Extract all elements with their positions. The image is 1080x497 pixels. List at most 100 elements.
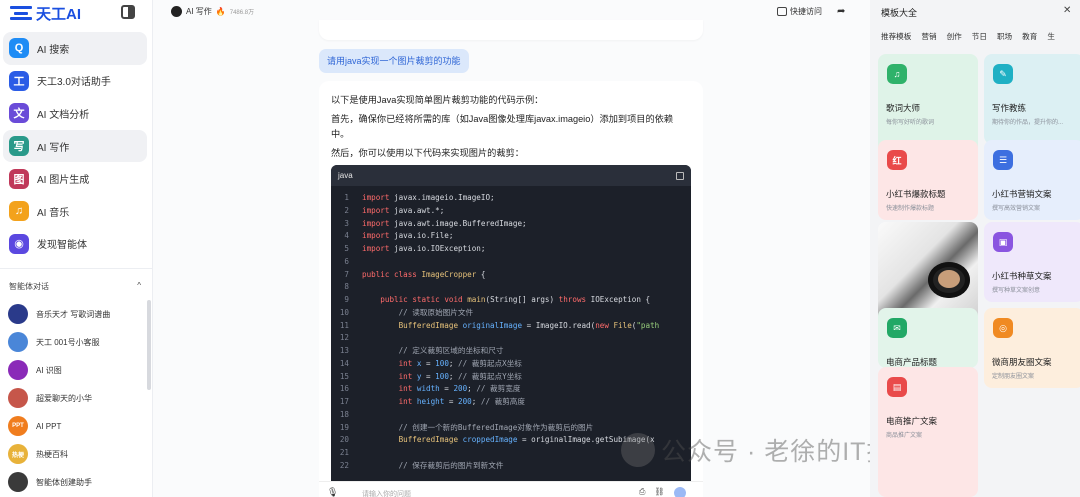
copy-icon[interactable] (676, 171, 684, 180)
agents-section-header[interactable]: 智能体对话 ^ (9, 281, 141, 292)
agent-label: 音乐天才 写歌词谱曲 (36, 309, 111, 319)
writing-coach-icon: ✎ (993, 64, 1013, 84)
template-card-1[interactable]: ✎ 写作教练 期待你的作品，提升你的... (984, 54, 1080, 144)
wechat-moments-icon: ◎ (993, 318, 1013, 338)
line-number: 11 (339, 320, 349, 330)
image-recognition-avatar (8, 360, 28, 380)
template-card-title: 微商朋友圈文案 (992, 357, 1052, 367)
main-nav: Q AI 搜索工天工3.0对话助手文 AI 文档分析写 AI 写作图 AI 图片生成 ♫ A… (3, 32, 147, 260)
chat-input[interactable]: 请输入你的问题 (362, 489, 411, 497)
sidebar-scrollbar[interactable] (147, 300, 151, 390)
template-tabs: 推荐模板 营销 创作 节日 职场 教育生 (881, 31, 1055, 42)
template-tab-0[interactable]: 推荐模板 (881, 31, 911, 42)
chat-area: AI 写作 🔥 7486.8万 快捷访问 ➦ 请用java实现一个图片裁剪的功能… (153, 0, 969, 497)
line-number: 4 (344, 231, 349, 241)
wechat-watermark-icon (621, 433, 655, 467)
line-number: 15 (339, 371, 349, 381)
code-line: 8 (331, 281, 691, 294)
code-line: 6 (331, 256, 691, 269)
code-text: // 创建一个新的BufferedImage对象作为裁剪后的图片 (398, 422, 594, 432)
agent-list: 音乐天才 写歌词谱曲天工 001号小客服 AI 识图 超爱聊天的小华 PPT AI PP… (8, 300, 143, 496)
line-number: 7 (344, 269, 349, 279)
customer-service-avatar (8, 332, 28, 352)
code-text: int x = 100; // 裁剪起点X坐标 (398, 358, 522, 368)
collapse-sidebar-icon[interactable] (121, 5, 135, 19)
fire-icon: 🔥 (215, 7, 226, 16)
agent-item-2[interactable]: AI 识图 (8, 356, 143, 384)
template-card-5[interactable]: ▣ 小红书种草文案 撰写种草文案创意 (984, 222, 1080, 302)
send-icon[interactable] (673, 487, 686, 497)
template-tab-5[interactable]: 教育 (1022, 31, 1037, 42)
code-text: int height = 200; // 裁剪高度 (398, 397, 525, 406)
share-icon[interactable]: ➦ (837, 6, 848, 17)
chevron-up-icon[interactable]: ^ (137, 281, 141, 292)
code-text: int y = 100; // 裁剪起点Y坐标 (398, 371, 522, 381)
template-card-title: 歌词大师 (886, 103, 921, 113)
template-card-6[interactable]: ✉电商产品标题精准定制商品标题 (878, 308, 978, 368)
nav-item-label: AI 音乐 (37, 207, 70, 219)
nav-item-1[interactable]: 工天工3.0对话助手 (3, 65, 147, 98)
coffee-cup-icon (928, 262, 970, 298)
line-number: 17 (339, 397, 349, 406)
line-number: 14 (339, 358, 349, 368)
voice-icon[interactable]: 🎙 (327, 487, 338, 497)
ecommerce-title-icon: ✉ (887, 318, 907, 338)
code-text: BufferedImage originalImage = ImageIO.re… (398, 320, 660, 330)
link-icon[interactable]: ⛓ (654, 487, 664, 497)
code-text: // 读取原始图片文件 (398, 307, 474, 317)
code-line: 15 int y = 100; // 裁剪起点Y坐标 (331, 371, 691, 384)
code-text: int width = 200; // 裁剪宽度 (398, 384, 521, 394)
template-card-0[interactable]: ♫ 歌词大师 每你写好听的歌词 (878, 54, 978, 154)
agent-item-4[interactable]: PPT AI PPT (8, 412, 143, 440)
code-text: public static void main(String[] args) t… (380, 295, 651, 304)
code-line: 14 int x = 100; // 裁剪起点X坐标 (331, 358, 691, 371)
attach-file-icon[interactable]: ⎙ (639, 487, 645, 497)
template-card-7[interactable]: ◎ 微商朋友圈文案 定制朋友圈文案 (984, 308, 1080, 388)
writing-icon: 写 (9, 136, 29, 157)
code-line: 4 import java.io.File; (331, 230, 691, 243)
agent-item-6[interactable]: 智能体创建助手 (8, 468, 143, 496)
user-message: 请用java实现一个图片裁剪的功能 (319, 49, 469, 73)
template-card-3[interactable]: ☰ 小红书营销文案 撰写高效营销文案 (984, 140, 1080, 220)
code-text: // 保存裁剪后的图片到新文件 (398, 460, 504, 470)
code-text: BufferedImage croppedImage = originalIma… (398, 435, 655, 445)
xiaohongshu-seeding-icon: ▣ (993, 232, 1013, 252)
nav-item-label: AI 搜索 (37, 44, 70, 56)
template-tab-6[interactable]: 生 (1047, 31, 1055, 42)
code-line: 18 (331, 409, 691, 422)
nav-item-0[interactable]: Q AI 搜索 (3, 32, 147, 65)
template-card-8[interactable]: ▤ 电商推广文案 商品推广文案 (878, 367, 978, 497)
music-genius-avatar (8, 304, 28, 324)
brand-logo[interactable]: 天工AI (10, 3, 81, 23)
agent-item-5[interactable]: 热梗 热梗百科 (8, 440, 143, 468)
template-tab-1[interactable]: 营销 (921, 31, 936, 42)
agent-item-0[interactable]: 音乐天才 写歌词谱曲 (8, 300, 143, 328)
template-tab-3[interactable]: 节日 (972, 31, 987, 42)
nav-item-label: 发现智能体 (37, 240, 87, 252)
answer-intro: 以下是使用Java实现简单图片裁剪功能的代码示例： (331, 95, 544, 105)
nav-item-2[interactable]: 文 AI 文档分析 (3, 97, 147, 130)
previous-message-card (319, 20, 703, 40)
code-text: import java.io.File; (362, 231, 454, 241)
code-line: 2 import java.awt.*; (331, 205, 691, 218)
code-block-header: java (331, 165, 691, 186)
app-window: 天工AI Q AI 搜索工天工3.0对话助手文 AI 文档分析写 AI 写作图 AI 图… (0, 0, 1080, 497)
agents-section-title: 智能体对话 (9, 282, 49, 291)
template-card-title: 小红书爆款标题 (886, 189, 946, 199)
line-number: 19 (339, 422, 349, 432)
nav-item-5[interactable]: ♫ AI 音乐 (3, 195, 147, 228)
agent-item-1[interactable]: 天工 001号小客服 (8, 328, 143, 356)
meme-wiki-avatar: 热梗 (8, 444, 28, 464)
code-language-label: java (338, 171, 353, 180)
quick-access-button[interactable]: 快捷访问 (777, 6, 822, 17)
nav-item-6[interactable]: ◉ 发现智能体 (3, 228, 147, 261)
agent-item-3[interactable]: 超爱聊天的小华 (8, 384, 143, 412)
close-icon[interactable]: ✕ (1063, 5, 1071, 16)
template-card-title: 写作教练 (992, 103, 1027, 113)
template-card-2[interactable]: 红小红书爆款标题 快速制作爆款标题 (878, 140, 978, 220)
template-tab-4[interactable]: 职场 (997, 31, 1012, 42)
template-card-title: 电商推广文案 (886, 416, 938, 426)
nav-item-4[interactable]: 图 AI 图片生成 (3, 162, 147, 195)
nav-item-3[interactable]: 写 AI 写作 (3, 129, 147, 163)
template-tab-2[interactable]: 创作 (947, 31, 962, 42)
